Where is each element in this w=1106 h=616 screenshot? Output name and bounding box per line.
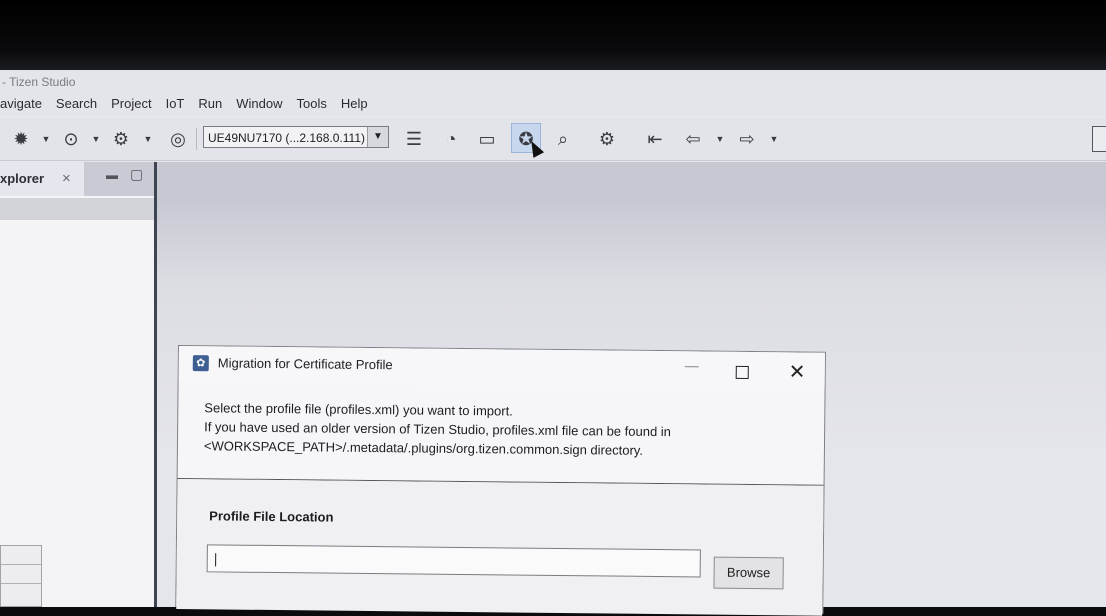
menu-run[interactable]: Run xyxy=(191,92,229,116)
launch-dropdown-icon[interactable]: ▼ xyxy=(142,127,154,151)
message-line: <WORKSPACE_PATH>/.metadata/.plugins/org.… xyxy=(204,436,671,460)
monitor-icon[interactable]: ◔ xyxy=(438,127,464,151)
menu-navigate[interactable]: avigate xyxy=(0,92,49,116)
profile-location-label: Profile File Location xyxy=(209,508,333,524)
archive-icon[interactable]: ▭ xyxy=(474,127,500,151)
device-select-value: UE49NU7170 (...2.168.0.111) xyxy=(208,131,365,145)
menu-bar: avigate Search Project IoT Run Window To… xyxy=(0,92,1106,116)
menu-iot[interactable]: IoT xyxy=(159,92,192,116)
dialog-title-bar: ✿ Migration for Certificate Profile — ✕ xyxy=(179,346,825,389)
dialog-title: Migration for Certificate Profile xyxy=(218,355,393,372)
launch-config-icon[interactable]: ⚙ xyxy=(108,127,134,151)
close-icon[interactable]: ✕ xyxy=(789,359,806,384)
migration-dialog: ✿ Migration for Certificate Profile — ✕ … xyxy=(175,345,826,614)
back-to-start-icon[interactable]: ⇤ xyxy=(642,127,668,151)
forward-dropdown-icon[interactable]: ▼ xyxy=(768,127,780,151)
stop-icon[interactable]: ◎ xyxy=(165,127,191,151)
window-title: - Tizen Studio xyxy=(0,70,1106,92)
main-toolbar: ✹ ▼ ⊙ ▼ ⚙ ▼ ◎ UE49NU7170 (...2.168.0.111… xyxy=(0,118,1106,161)
menu-window[interactable]: Window xyxy=(229,92,289,116)
menu-search[interactable]: Search xyxy=(49,92,104,116)
close-icon[interactable]: × xyxy=(62,162,71,196)
run-icon[interactable]: ⊙ xyxy=(58,127,84,151)
explorer-toolbar-strip xyxy=(0,198,154,220)
tree-row[interactable] xyxy=(1,546,41,565)
perspective-button[interactable] xyxy=(1092,126,1106,152)
menu-tools[interactable]: Tools xyxy=(290,92,334,116)
bug-dropdown-icon[interactable]: ▼ xyxy=(40,127,52,151)
menu-help[interactable]: Help xyxy=(334,92,375,116)
certificate-icon: ✿ xyxy=(193,355,209,371)
minimize-icon[interactable]: — xyxy=(685,357,699,373)
minimize-icon[interactable]: ▬ xyxy=(106,168,118,182)
dialog-message: Select the profile file (profiles.xml) y… xyxy=(204,398,671,460)
list-icon[interactable]: ☰ xyxy=(401,127,427,151)
profile-location-input[interactable]: | xyxy=(207,544,701,577)
screen-top-bezel xyxy=(0,0,1106,70)
tree-row[interactable] xyxy=(1,565,41,584)
run-dropdown-icon[interactable]: ▼ xyxy=(90,127,102,151)
back-dropdown-icon[interactable]: ▼ xyxy=(714,127,726,151)
maximize-icon[interactable]: ▢ xyxy=(130,166,143,183)
search-log-icon[interactable]: ⌕ xyxy=(550,127,576,151)
mouse-cursor-icon xyxy=(526,138,544,158)
chevron-down-icon[interactable]: ▼ xyxy=(367,127,388,147)
tab-project-explorer[interactable]: xplorer × xyxy=(0,162,84,196)
menu-project[interactable]: Project xyxy=(104,92,158,116)
explorer-tab-bar: xplorer × ▬ ▢ xyxy=(0,162,154,196)
maximize-icon[interactable] xyxy=(736,366,749,379)
toolbar-separator xyxy=(196,128,197,150)
explorer-tree-box xyxy=(0,545,42,607)
device-select[interactable]: UE49NU7170 (...2.168.0.111) ▼ xyxy=(203,126,389,148)
settings-icon[interactable]: ⚙ xyxy=(594,127,620,151)
forward-icon[interactable]: ⇨ xyxy=(734,127,760,151)
bug-icon[interactable]: ✹ xyxy=(8,127,34,151)
back-icon[interactable]: ⇦ xyxy=(680,127,706,151)
tab-label: xplorer xyxy=(0,171,44,186)
project-explorer-panel: xplorer × ▬ ▢ xyxy=(0,162,157,607)
browse-button[interactable]: Browse xyxy=(713,557,783,590)
